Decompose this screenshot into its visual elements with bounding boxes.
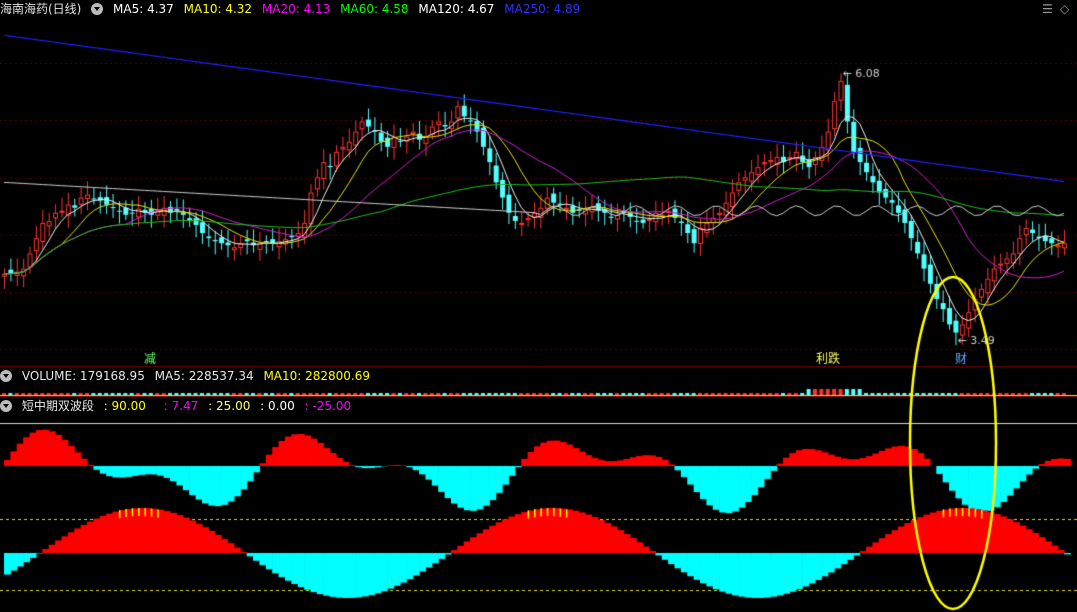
- volume-ma10-readout: MA10: 282800.69: [263, 369, 371, 383]
- ma10-readout: MA10: 4.32: [183, 2, 253, 16]
- indicator-value-5: : -25.00: [304, 399, 352, 413]
- stock-chart-canvas[interactable]: [0, 0, 1077, 612]
- price-panel-header: 海南海药(日线) MA5: 4.37 MA10: 4.32 MA20: 4.13…: [0, 0, 586, 18]
- ma250-readout: MA250: 4.89: [504, 2, 581, 16]
- collapse-icon[interactable]: [91, 3, 104, 15]
- indicator-value-3: : 25.00: [208, 399, 251, 413]
- diamond-icon[interactable]: ◇: [1060, 2, 1069, 16]
- menu-icon[interactable]: ☰: [1042, 2, 1053, 16]
- indicator-value-4: : 0.00: [260, 399, 295, 413]
- indicator-value-1: : 90.00: [103, 399, 146, 413]
- collapse-icon[interactable]: [0, 400, 12, 412]
- indicator-panel-header: 短中期双波段 : 90.00 : 7.47 : 25.00 : 0.00 : -…: [0, 397, 357, 415]
- indicator-value-2: : 7.47: [163, 399, 199, 413]
- ma120-readout: MA120: 4.67: [418, 2, 495, 16]
- stock-title: 海南海药(日线): [0, 2, 82, 16]
- ma5-readout: MA5: 4.37: [113, 2, 174, 16]
- volume-ma5-readout: MA5: 228537.34: [154, 369, 254, 383]
- volume-panel-header: VOLUME: 179168.95 MA5: 228537.34 MA10: 2…: [0, 367, 376, 385]
- ma20-readout: MA20: 4.13: [261, 2, 331, 16]
- ma60-readout: MA60: 4.58: [340, 2, 409, 16]
- indicator-title: 短中期双波段: [21, 399, 94, 413]
- collapse-icon[interactable]: [0, 370, 12, 382]
- volume-readout: VOLUME: 179168.95: [21, 369, 145, 383]
